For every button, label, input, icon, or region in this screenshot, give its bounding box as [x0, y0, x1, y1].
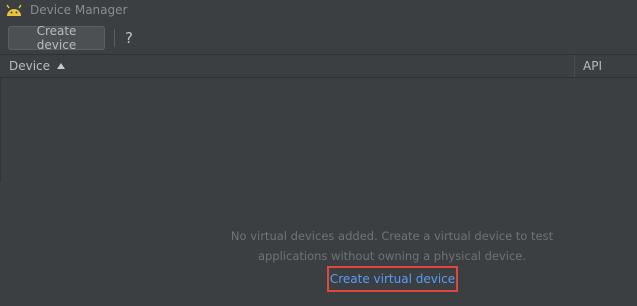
create-device-button[interactable]: Create device — [8, 24, 105, 52]
sort-ascending-icon — [57, 63, 66, 69]
device-table-body: No virtual devices added. Create a virtu… — [0, 78, 637, 306]
title-bar: Device Manager — [0, 0, 637, 22]
table-left-border — [0, 78, 1, 182]
empty-state-message: No virtual devices added. Create a virtu… — [230, 229, 554, 263]
column-header-device-label: Device — [9, 59, 51, 73]
column-header-api[interactable]: API — [576, 55, 637, 77]
create-virtual-device-highlight: Create virtual device — [327, 266, 458, 292]
table-header: Device API — [0, 54, 637, 78]
window-title: Device Manager — [30, 3, 128, 17]
create-virtual-device-link[interactable]: Create virtual device — [330, 272, 455, 286]
help-icon[interactable]: ? — [120, 28, 138, 48]
column-header-api-label: API — [583, 59, 602, 73]
device-manager-window: Device Manager Create device ? Device AP… — [0, 0, 637, 306]
column-header-device[interactable]: Device — [0, 55, 575, 77]
toolbar-separator — [114, 29, 115, 47]
toolbar: Create device ? — [0, 24, 637, 54]
android-icon — [5, 2, 23, 16]
